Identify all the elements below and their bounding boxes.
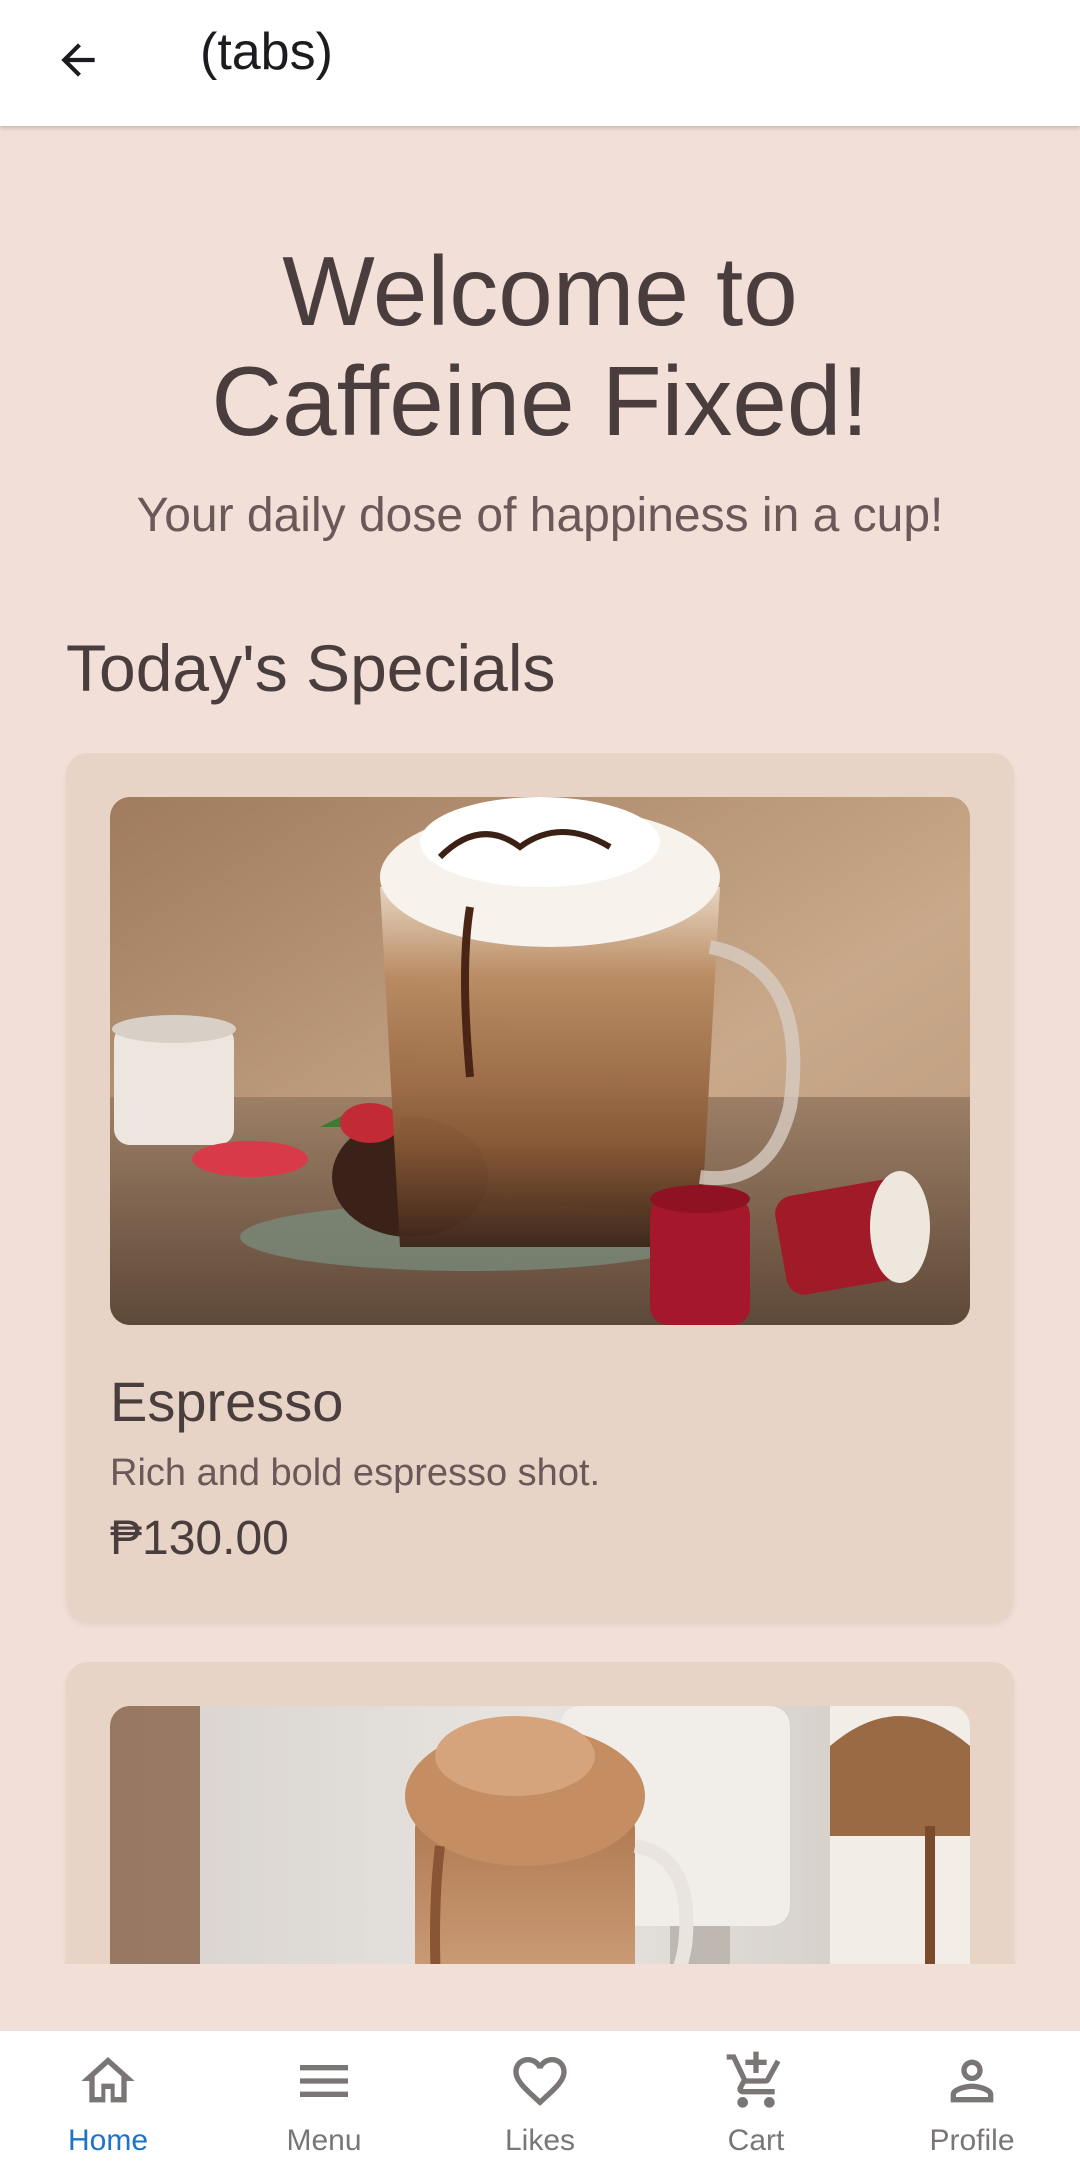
page-title: (tabs) [200, 23, 333, 81]
nav-item-profile[interactable]: Profile [864, 2031, 1080, 2164]
nav-item-home[interactable]: Home [0, 2031, 216, 2164]
home-icon [81, 2057, 135, 2103]
nav-label-cart: Cart [727, 2124, 785, 2157]
person-icon [950, 2059, 994, 2103]
nav-label-menu: Menu [286, 2124, 362, 2157]
dalgona-coffee-photo [110, 1706, 970, 1964]
nav-label-home: Home [67, 2124, 149, 2157]
bottom-navigation: Home Menu Likes Cart Profile [0, 2030, 1080, 2164]
app-screen: (tabs) Welcome to Caffeine Fixed! Your d… [0, 0, 1080, 2164]
coffee-with-whipped-cream-photo [110, 797, 970, 1325]
arrow-left-icon [61, 43, 95, 77]
nav-item-cart[interactable]: Cart [648, 2031, 864, 2164]
welcome-heading: Welcome to Caffeine Fixed! [211, 236, 869, 456]
special-card[interactable]: Espresso Rich and bold espresso shot. ₱1… [66, 753, 1014, 1621]
nav-label-likes: Likes [504, 2124, 576, 2157]
home-scroll-content[interactable]: Welcome to Caffeine Fixed! Your daily do… [0, 126, 1080, 1964]
heart-icon [513, 2057, 567, 2106]
welcome-subtitle: Your daily dose of happiness in a cup! [136, 489, 944, 542]
back-button[interactable] [38, 20, 118, 100]
nav-label-profile: Profile [929, 2124, 1015, 2157]
item-name: Espresso [110, 1370, 344, 1433]
special-card[interactable] [66, 1662, 1014, 1964]
top-app-bar: (tabs) [0, 0, 1080, 126]
cart-add-icon [726, 2051, 781, 2108]
menu-icon [300, 2065, 348, 2097]
item-price: ₱130.00 [110, 1512, 289, 1565]
item-description: Rich and bold espresso shot. [110, 1452, 601, 1494]
specials-heading: Today's Specials [66, 631, 556, 705]
nav-item-menu[interactable]: Menu [216, 2031, 432, 2164]
nav-item-likes[interactable]: Likes [432, 2031, 648, 2164]
